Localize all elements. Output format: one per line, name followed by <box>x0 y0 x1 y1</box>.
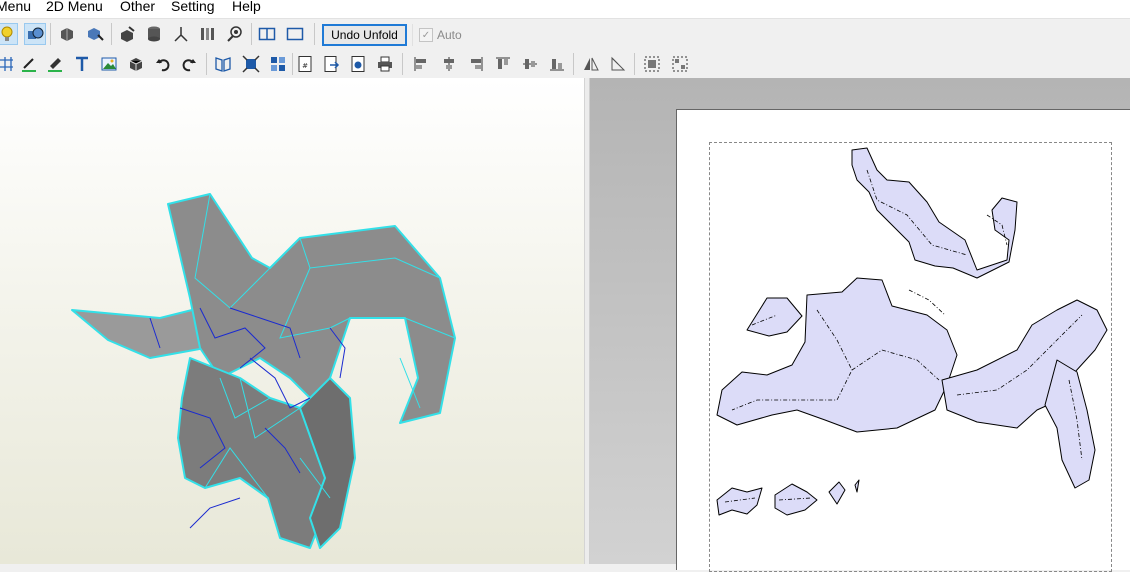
undo-unfold-button[interactable]: Undo Unfold <box>322 24 407 46</box>
undo-icon[interactable] <box>152 53 174 75</box>
align-right-icon[interactable] <box>465 53 487 75</box>
model-view-icon[interactable] <box>24 23 46 45</box>
fit-icon[interactable] <box>240 53 262 75</box>
paint-icon[interactable] <box>44 53 66 75</box>
print-icon[interactable] <box>374 53 396 75</box>
knife-icon[interactable] <box>116 23 138 45</box>
grid-settings-icon[interactable] <box>0 53 16 75</box>
print-preview-icon[interactable] <box>347 53 369 75</box>
align-left-icon[interactable] <box>410 53 432 75</box>
text-icon[interactable] <box>71 53 93 75</box>
redo-icon[interactable] <box>178 53 200 75</box>
align-center-icon[interactable] <box>438 53 460 75</box>
main-toolbar: Undo Unfold ✓ Auto <box>0 19 1130 50</box>
3d-viewport[interactable] <box>0 78 584 564</box>
box-icon[interactable] <box>125 53 147 75</box>
unfolded-pattern[interactable] <box>677 110 1130 570</box>
menu-other[interactable]: Other <box>120 0 155 14</box>
align-middle-icon[interactable] <box>519 53 541 75</box>
menu-setting[interactable]: Setting <box>171 0 215 14</box>
lightbulb-icon[interactable] <box>0 23 18 45</box>
align-bottom-icon[interactable] <box>546 53 568 75</box>
image-icon[interactable] <box>98 53 120 75</box>
flip-horizontal-icon[interactable] <box>580 53 602 75</box>
eye-icon[interactable] <box>224 23 246 45</box>
flip-vertical-icon[interactable] <box>607 53 629 75</box>
paper-sheet <box>676 109 1130 572</box>
svg-text:#: # <box>302 62 308 70</box>
layout-icon[interactable] <box>267 53 289 75</box>
single-view-icon[interactable] <box>284 23 306 45</box>
menu-help[interactable]: Help <box>232 0 261 14</box>
menu-bar: Menu 2D Menu Other Setting Help <box>0 0 1130 19</box>
menu-2d[interactable]: 2D Menu <box>46 0 103 14</box>
ram-head-3d-model[interactable] <box>0 78 584 564</box>
book-icon[interactable] <box>212 53 234 75</box>
export-icon[interactable] <box>320 53 342 75</box>
rotate-part-icon[interactable] <box>56 23 78 45</box>
group-icon[interactable] <box>641 53 663 75</box>
page-number-icon[interactable]: # <box>294 53 316 75</box>
bars-icon[interactable] <box>197 23 219 45</box>
axis-icon[interactable] <box>170 23 192 45</box>
ungroup-icon[interactable] <box>669 53 691 75</box>
split-view-icon[interactable] <box>256 23 278 45</box>
menu-main[interactable]: Menu <box>0 0 31 14</box>
2d-viewport[interactable] <box>590 78 1130 572</box>
select-part-icon[interactable] <box>84 23 106 45</box>
edit-toolbar: # <box>0 50 700 78</box>
auto-checkbox[interactable]: ✓ Auto <box>412 24 490 46</box>
pen-icon[interactable] <box>18 53 40 75</box>
cylinder-icon[interactable] <box>143 23 165 45</box>
auto-checkbox-label: Auto <box>437 28 462 42</box>
align-top-icon[interactable] <box>492 53 514 75</box>
auto-checkbox-check[interactable]: ✓ <box>419 28 433 42</box>
